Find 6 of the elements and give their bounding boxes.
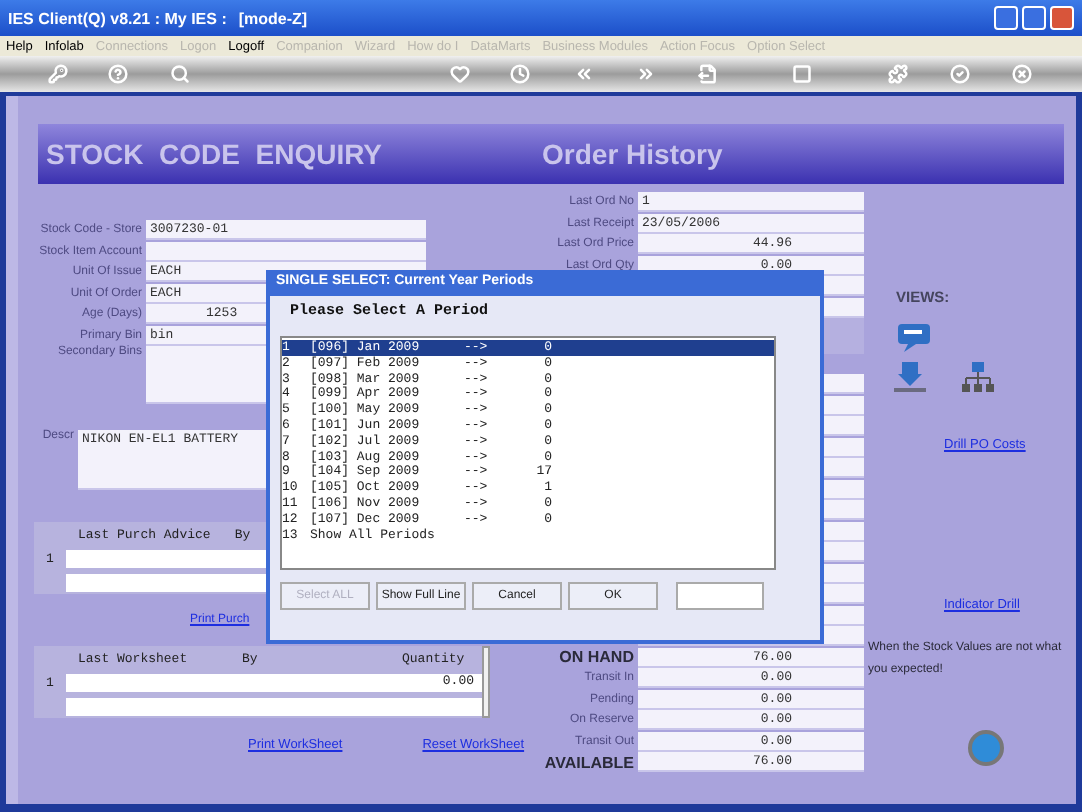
section-title: Order History bbox=[542, 138, 723, 170]
page-title: STOCK CODE ENQUIRY bbox=[46, 138, 383, 170]
mode-label: [mode-Z] bbox=[238, 9, 308, 27]
field-label: AVAILABLE bbox=[542, 753, 636, 772]
window-title: IES Client(Q) v8.21 : My IES : bbox=[8, 9, 227, 27]
field-label: ON HAND bbox=[557, 648, 636, 667]
